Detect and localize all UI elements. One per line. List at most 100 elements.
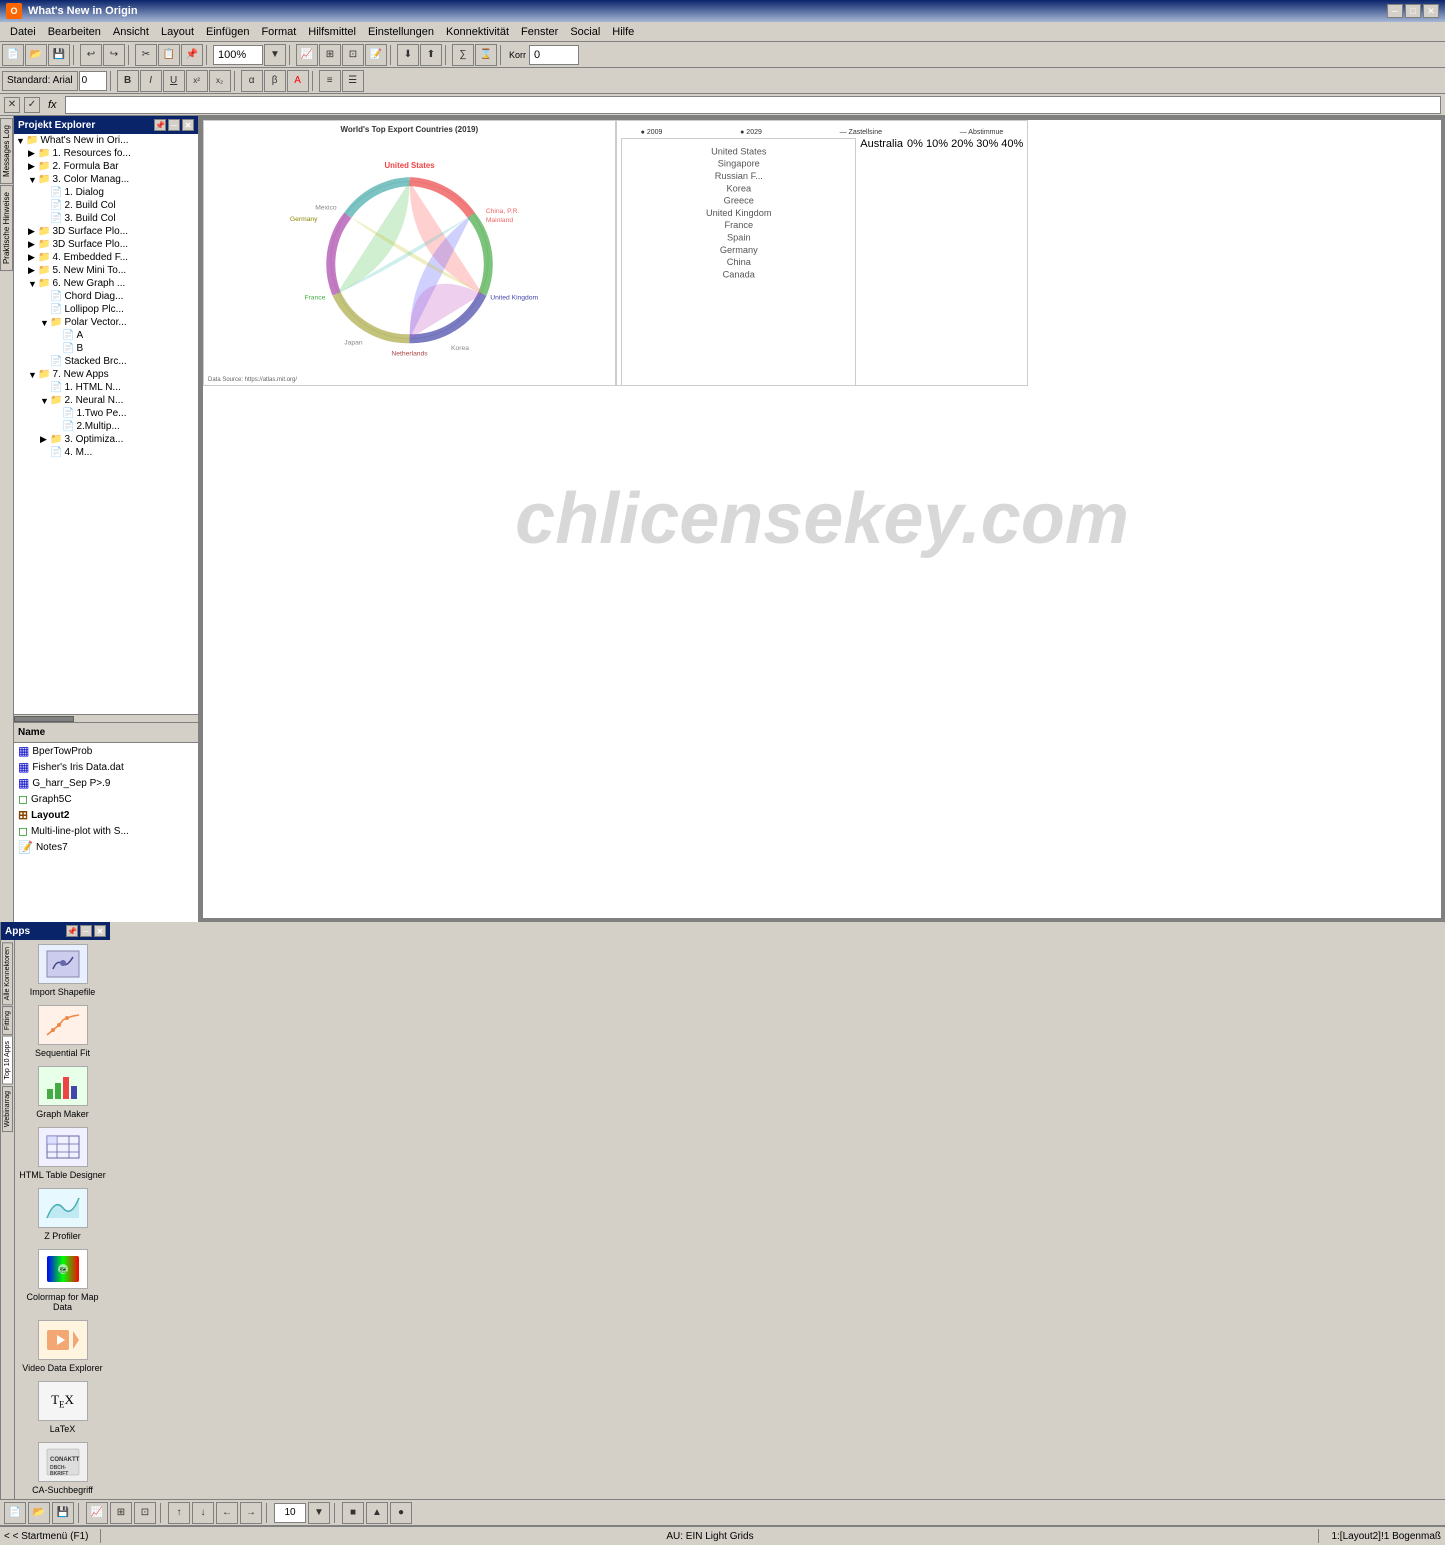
file-item-1[interactable]: ▦ BperTowProb [14,743,198,759]
tree-item-3-2[interactable]: 📄 2. Build Col [14,199,198,212]
bt-col2[interactable]: ⊡ [134,1502,156,1524]
undo-btn[interactable]: ↩ [80,44,102,66]
expander-8-3[interactable]: ▼ [40,318,50,328]
table-btn[interactable]: ⊞ [319,44,341,66]
menu-fenster[interactable]: Fenster [515,24,564,40]
superscript-btn[interactable]: x² [186,70,208,92]
paste-btn[interactable]: 📌 [181,44,203,66]
tree-item-8-3-b[interactable]: 📄 B [14,342,198,355]
new-btn[interactable]: 📄 [2,44,24,66]
tree-item-9-1[interactable]: 📄 1. HTML N... [14,381,198,394]
expander-9[interactable]: ▼ [28,370,38,380]
expander-root[interactable]: ▼ [16,136,26,146]
expander-1[interactable]: ▶ [28,148,38,159]
align-left-btn[interactable]: ≡ [319,70,341,92]
tree-item-8-1[interactable]: 📄 Chord Diag... [14,290,198,303]
app-html-table[interactable]: HTML Table Designer [19,1127,106,1180]
expander-5[interactable]: ▶ [28,239,38,250]
chart-chord[interactable]: World's Top Export Countries (2019) [203,120,616,386]
startmenu-btn[interactable]: < < Startmenü (F1) [4,1531,88,1542]
bt-arrow2[interactable]: ↓ [192,1502,214,1524]
tree-item-9-2-1[interactable]: 📄 1.Two Pe... [14,407,198,420]
expander-4[interactable]: ▶ [28,226,38,237]
menu-einfuegen[interactable]: Einfügen [200,24,255,40]
bt-b2[interactable]: ▲ [366,1502,388,1524]
menu-social[interactable]: Social [564,24,606,40]
cut-btn[interactable]: ✂ [135,44,157,66]
open-btn[interactable]: 📂 [25,44,47,66]
tree-item-3-1[interactable]: 📄 1. Dialog [14,186,198,199]
align-center-btn[interactable]: ☰ [342,70,364,92]
tree-hscroll-thumb[interactable] [14,716,74,722]
close-button[interactable]: ✕ [1423,4,1439,18]
panel-minimize-btn[interactable]: ─ [168,119,180,131]
tree-item-9-4[interactable]: 📄 4. M... [14,446,198,459]
chart-dotchart[interactable]: ● 2009 ● 2029 — Zastellsine — Abstimmue … [616,120,1029,386]
file-item-5[interactable]: ⊞ Layout2 [14,807,198,823]
apps-vtab-alle[interactable]: Alle Konnektoren [2,942,13,1005]
menu-hilfsmittel[interactable]: Hilfsmittel [302,24,362,40]
apps-minimize-btn[interactable]: ─ [80,925,92,937]
app-z-profiler[interactable]: Z Profiler [19,1188,106,1241]
formula-cancel-btn[interactable]: ✕ [4,97,20,113]
symbol-btn[interactable]: α [241,70,263,92]
panel-close-btn[interactable]: ✕ [182,119,194,131]
tree-item-4[interactable]: ▶ 📁 3D Surface Plo... [14,225,198,238]
file-item-3[interactable]: ▦ G_harr_Sep P>.9 [14,775,198,791]
app-import-shapefile[interactable]: Import Shapefile [19,944,106,997]
tree-item-1[interactable]: ▶ 📁 1. Resources fo... [14,147,198,160]
bt-col1[interactable]: ⊞ [110,1502,132,1524]
menu-hilfe[interactable]: Hilfe [606,24,640,40]
app-graph-maker[interactable]: Graph Maker [19,1066,106,1119]
bt-fontdrop[interactable]: ▼ [308,1502,330,1524]
tree-hscroll[interactable] [14,714,198,722]
apps-vtab-fitting[interactable]: Fitting [2,1006,13,1035]
graph-btn[interactable]: 📈 [296,44,318,66]
expander-2[interactable]: ▶ [28,161,38,172]
underline-btn[interactable]: U [163,70,185,92]
app-ca-suchbegriff[interactable]: CONAKTT DBCH- BKRIFT CA-Suchbegriff [19,1442,106,1495]
bt-new[interactable]: 📄 [4,1502,26,1524]
italic-btn[interactable]: I [140,70,162,92]
tree-item-8-4[interactable]: 📄 Stacked Brc... [14,355,198,368]
menu-einstellungen[interactable]: Einstellungen [362,24,440,40]
file-item-6[interactable]: ◻ Multi-line-plot with S... [14,823,198,839]
tree-item-2[interactable]: ▶ 📁 2. Formula Bar [14,160,198,173]
file-item-4[interactable]: ◻ Graph5C [14,791,198,807]
zoom-dropdown-arrow[interactable]: ▼ [264,44,286,66]
stat-btn[interactable]: ∑ [452,44,474,66]
copy-btn[interactable]: 📋 [158,44,180,66]
tree-item-9-2[interactable]: ▼ 📁 2. Neural N... [14,394,198,407]
app-colormap[interactable]: 🗺 Colormap for Map Data [19,1249,106,1312]
expander-9-3[interactable]: ▶ [40,434,50,445]
minimize-button[interactable]: ─ [1387,4,1403,18]
file-item-2[interactable]: ▦ Fisher's Iris Data.dat [14,759,198,775]
panel-pin-btn[interactable]: 📌 [154,119,166,131]
apps-vtab-webinar[interactable]: Webinarrag [2,1086,13,1132]
tree-item-9[interactable]: ▼ 📁 7. New Apps [14,368,198,381]
subscript-btn[interactable]: x₂ [209,70,231,92]
tree-item-8-3[interactable]: ▼ 📁 Polar Vector... [14,316,198,329]
menu-ansicht[interactable]: Ansicht [107,24,155,40]
bt-right[interactable]: → [240,1502,262,1524]
fit-btn[interactable]: ⌛ [475,44,497,66]
tree-item-8-3-a[interactable]: 📄 A [14,329,198,342]
bt-save[interactable]: 💾 [52,1502,74,1524]
tree-item-8[interactable]: ▼ 📁 6. New Graph ... [14,277,198,290]
app-video-explorer[interactable]: Video Data Explorer [19,1320,106,1373]
tree-item-5[interactable]: ▶ 📁 3D Surface Plo... [14,238,198,251]
expander-3[interactable]: ▼ [28,175,38,185]
tree-item-6[interactable]: ▶ 📁 4. Embedded F... [14,251,198,264]
menu-konnektivitaet[interactable]: Konnektivität [440,24,515,40]
apps-close-btn[interactable]: ✕ [94,925,106,937]
formula-input[interactable] [65,96,1441,114]
tree-item-9-2-2[interactable]: 📄 2.Multip... [14,420,198,433]
menu-format[interactable]: Format [255,24,302,40]
expander-9-2[interactable]: ▼ [40,396,50,406]
expander-6[interactable]: ▶ [28,252,38,263]
tree-item-root[interactable]: ▼ 📁 What's New in Ori... [14,134,198,147]
corr-val[interactable]: 0 [529,45,579,65]
font-name-box[interactable]: Standard: Arial [2,71,78,91]
bt-b3[interactable]: ● [390,1502,412,1524]
menu-bearbeiten[interactable]: Bearbeiten [42,24,107,40]
